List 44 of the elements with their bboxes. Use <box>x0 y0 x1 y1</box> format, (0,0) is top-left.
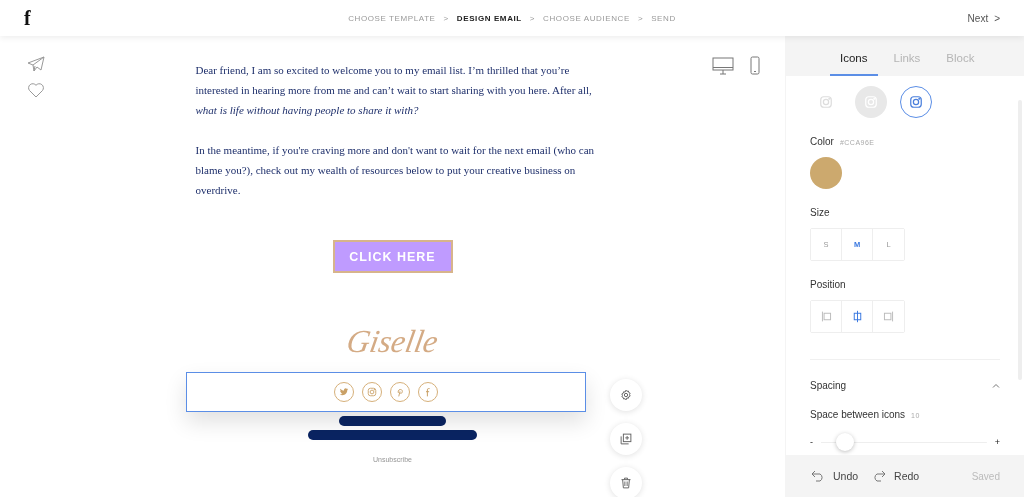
paper-plane-icon[interactable] <box>27 56 45 72</box>
step-separator: > <box>529 13 536 23</box>
undo-icon <box>811 470 825 482</box>
email-paragraph: In the meantime, if you're craving more and don't want to wait for the next email (who can blame you?), check out my wealth of resources below to put your creative business on overdrive. <box>195 143 596 198</box>
phone-icon[interactable] <box>750 56 760 75</box>
slider-thumb[interactable] <box>835 433 854 451</box>
duplicate-button[interactable] <box>610 423 642 455</box>
desktop-icon[interactable] <box>712 56 734 75</box>
wizard-step[interactable]: CHOOSE AUDIENCE <box>543 13 630 23</box>
signature: Giselle <box>343 323 442 360</box>
spacing-title: Spacing <box>810 380 847 391</box>
camera-icon <box>366 387 377 397</box>
settings-button[interactable] <box>610 379 642 411</box>
camera-icon <box>819 95 833 109</box>
decrease-button[interactable]: - <box>810 437 813 447</box>
align-right-icon <box>882 310 895 323</box>
step-separator: > <box>637 13 644 23</box>
wizard-step[interactable]: SEND <box>651 13 676 23</box>
wizard-step[interactable]: DESIGN EMAIL <box>456 13 522 23</box>
duplicate-icon <box>620 433 632 445</box>
undo-button[interactable]: Undo <box>811 470 859 482</box>
next-button[interactable]: Next > <box>967 12 1000 24</box>
position-label: Position <box>810 279 846 290</box>
chevron-icon[interactable] <box>992 383 1000 388</box>
color-swatch[interactable] <box>810 157 842 189</box>
size-label: Size <box>810 207 830 218</box>
redo-icon <box>872 470 887 482</box>
step-separator: > <box>443 13 449 23</box>
wizard-step[interactable]: CHOOSE TEMPLATE <box>348 13 436 23</box>
trash-icon <box>620 477 632 489</box>
logo[interactable]: f <box>24 6 31 30</box>
email-paragraph: Dear friend, I am so excited to welcome you to my email list. I’m thrilled that you’re interested in hearing more from me and can’t wait to start sharing with you here. After all, what is life without having people to share it with? <box>195 63 593 118</box>
bird-icon <box>338 387 349 397</box>
increase-button[interactable]: + <box>994 437 1000 447</box>
settings-icon <box>620 389 632 401</box>
spacing-label: Space between icons <box>810 409 906 420</box>
align-left-icon <box>819 310 833 323</box>
position-option[interactable] <box>811 301 842 332</box>
social-block[interactable] <box>185 372 586 412</box>
heart-icon[interactable] <box>27 82 45 98</box>
camera-icon <box>909 95 923 109</box>
color-label: Color <box>810 136 834 147</box>
delete-button[interactable] <box>610 467 642 497</box>
redo-button[interactable]: Redo <box>872 470 920 482</box>
